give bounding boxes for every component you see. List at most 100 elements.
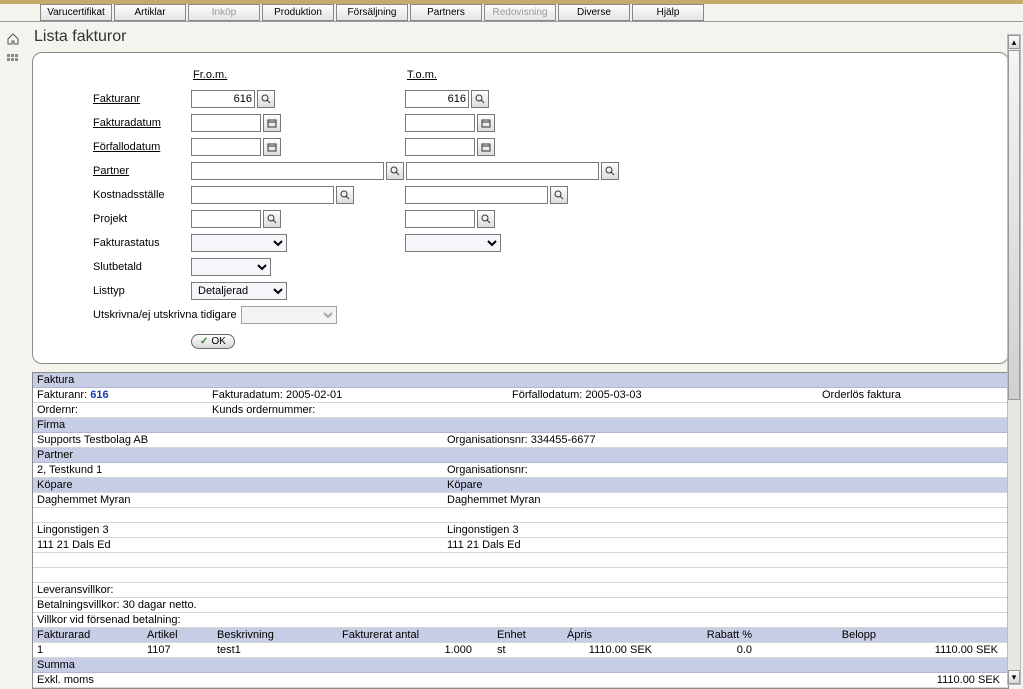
col-to-header: T.o.m. [405,69,617,81]
fakturanr-link[interactable]: 616 [90,389,108,401]
forfallodatum-label: Förfallodatum: [512,389,582,401]
section-partner: Partner [33,448,1008,463]
betalningsvillkor-value: 30 dagar netto. [123,599,197,611]
tab-försäljning[interactable]: Försäljning [336,4,408,21]
addr-right-2: 111 21 Dals Ed [447,539,1004,551]
partner-orgnr-label: Organisationsnr: [447,464,1004,476]
scroll-up-icon[interactable]: ▴ [1008,35,1020,49]
tab-inköp: Inköp [188,4,260,21]
firma-name: Supports Testbolag AB [37,434,447,446]
table-row: 1 1107 test1 1.000 st 1110.00 SEK 0.0 11… [33,643,1008,658]
fakturanr-to-input[interactable] [405,90,469,108]
calendar-icon[interactable] [477,138,495,156]
page-title: Lista fakturor [26,22,1015,52]
grid-icon[interactable] [0,53,26,70]
search-icon[interactable] [257,90,275,108]
label-forfallodatum: Förfallodatum [51,141,191,153]
firma-orgnr: 334455-6677 [531,434,596,446]
invoice-results: Faktura Fakturanr: 616 Fakturadatum: 200… [32,372,1009,689]
forfallodatum-value: 2005-03-03 [585,389,641,401]
kunds-order-label: Kunds ordernummer: [212,404,1004,416]
col-rabatt: Rabatt % [677,629,777,641]
check-icon: ✓ [200,336,208,347]
forfallodatum-to-input[interactable] [405,138,475,156]
label-utskrivna: Utskrivna/ej utskrivna tidigare [51,309,241,321]
addr-left-2: 111 21 Dals Ed [37,539,447,551]
kostnadsstalle-from-input[interactable] [191,186,334,204]
tab-redovisning: Redovisning [484,4,556,21]
section-firma: Firma [33,418,1008,433]
kostnadsstalle-to-input[interactable] [405,186,548,204]
ok-label: OK [211,336,225,347]
ok-button[interactable]: ✓ OK [191,334,235,349]
label-fakturanr: Fakturanr [51,93,191,105]
calendar-icon[interactable] [263,114,281,132]
label-partner: Partner [51,165,191,177]
addr-right-1: Lingonstigen 3 [447,524,1004,536]
col-antal: Fakturerat antal [342,629,497,641]
fakturadatum-to-input[interactable] [405,114,475,132]
fakturanr-from-input[interactable] [191,90,255,108]
fakturastatus-to-select[interactable] [405,234,501,252]
tab-diverse[interactable]: Diverse [558,4,630,21]
fakturadatum-label: Fakturadatum: [212,389,283,401]
fakturadatum-value: 2005-02-01 [286,389,342,401]
fakturadatum-from-input[interactable] [191,114,261,132]
fakturanr-label: Fakturanr: [37,389,87,401]
exkl-moms-label: Exkl. moms [37,674,94,686]
search-icon[interactable] [386,162,404,180]
villkor-forsenad: Villkor vid försenad betalning: [37,614,191,626]
sidebar [0,22,26,74]
col-fakturarad: Fakturarad [37,629,147,641]
leveransvillkor-label: Leveransvillkor: [37,584,123,596]
projekt-from-input[interactable] [191,210,261,228]
vertical-scrollbar[interactable]: ▴ ▾ [1007,34,1021,685]
label-kostnadsstalle: Kostnadsställe [51,189,191,201]
scroll-down-icon[interactable]: ▾ [1008,670,1020,684]
label-fakturastatus: Fakturastatus [51,237,191,249]
calendar-icon[interactable] [477,114,495,132]
fakturastatus-from-select[interactable] [191,234,287,252]
col-from-header: Fr.o.m. [191,69,403,81]
partner-to-input[interactable] [406,162,599,180]
tab-bar: VarucertifikatArtiklarInköpProduktionFör… [0,4,1023,22]
label-listtyp: Listtyp [51,285,191,297]
col-apris: Ápris [567,629,677,641]
search-icon[interactable] [550,186,568,204]
search-icon[interactable] [336,186,354,204]
orderlos-label: Orderlös faktura [822,389,1004,401]
kopare-right: Köpare [447,479,1004,491]
addr-left-1: Lingonstigen 3 [37,524,447,536]
scroll-thumb[interactable] [1008,50,1020,400]
utskrivna-select [241,306,337,324]
exkl-moms-value: 1110.00 SEK [937,674,1000,686]
col-enhet: Enhet [497,629,567,641]
section-faktura: Faktura [33,373,1008,388]
search-icon[interactable] [601,162,619,180]
tab-hjälp[interactable]: Hjälp [632,4,704,21]
tab-partners[interactable]: Partners [410,4,482,21]
search-icon[interactable] [263,210,281,228]
ordernr-label: Ordernr: [37,404,212,416]
search-icon[interactable] [471,90,489,108]
forfallodatum-from-input[interactable] [191,138,261,156]
tab-produktion[interactable]: Produktion [262,4,334,21]
label-projekt: Projekt [51,213,191,225]
partner-name: 2, Testkund 1 [37,464,447,476]
col-artikel: Artikel [147,629,217,641]
listtyp-select[interactable]: Detaljerad [191,282,287,300]
slutbetald-select[interactable] [191,258,271,276]
tab-varucertifikat[interactable]: Varucertifikat [40,4,112,21]
col-belopp: Belopp [777,629,884,641]
home-icon[interactable] [0,32,26,49]
kopare-left: Köpare [37,479,447,491]
partner-from-input[interactable] [191,162,384,180]
calendar-icon[interactable] [263,138,281,156]
search-icon[interactable] [477,210,495,228]
filter-panel: Fr.o.m. T.o.m. Fakturanr Fakturadatum [32,52,1009,364]
tab-artiklar[interactable]: Artiklar [114,4,186,21]
orgnr-label: Organisationsnr: [447,434,528,446]
col-beskrivning: Beskrivning [217,629,342,641]
projekt-to-input[interactable] [405,210,475,228]
label-fakturadatum: Fakturadatum [51,117,191,129]
